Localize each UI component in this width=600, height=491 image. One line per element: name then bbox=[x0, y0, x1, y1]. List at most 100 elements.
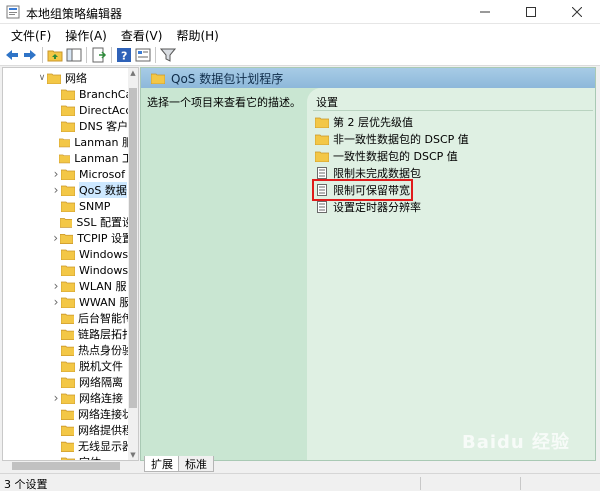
tree-item-label: 字体 bbox=[79, 454, 101, 460]
minimize-button[interactable] bbox=[462, 0, 508, 24]
tree-item[interactable]: 网络提供程 bbox=[3, 422, 133, 438]
export-list-icon[interactable] bbox=[91, 47, 107, 63]
help-icon[interactable]: ? bbox=[116, 47, 132, 63]
tree-item[interactable]: 后台智能传 bbox=[3, 310, 133, 326]
tree-item-label: 网络提供程 bbox=[78, 424, 133, 437]
folder-icon bbox=[61, 169, 75, 180]
maximize-button[interactable] bbox=[508, 0, 554, 24]
tree-item[interactable]: › QoS 数据 bbox=[3, 182, 133, 198]
tree-item[interactable]: BranchCa bbox=[3, 86, 133, 102]
tree-item[interactable]: 链路层拓扑 bbox=[3, 326, 133, 342]
back-arrow-icon[interactable] bbox=[4, 47, 20, 63]
window-title: 本地组策略编辑器 bbox=[26, 7, 123, 21]
tree-item[interactable]: 热点身份验 bbox=[3, 342, 133, 358]
list-item[interactable]: 限制可保留带宽 bbox=[312, 179, 413, 201]
menu-view[interactable]: 查看(V) bbox=[114, 24, 170, 44]
folder-icon bbox=[315, 117, 329, 128]
tree-item[interactable]: 无线显示器 bbox=[3, 438, 133, 454]
chevron-right-icon[interactable]: › bbox=[51, 183, 61, 197]
folder-icon bbox=[151, 73, 165, 84]
folder-icon bbox=[60, 313, 74, 324]
list-item[interactable]: 设置定时器分辨率 bbox=[315, 199, 421, 215]
folder-icon bbox=[315, 134, 329, 145]
tree-item[interactable]: DNS 客户 bbox=[3, 118, 133, 134]
chevron-right-icon[interactable]: › bbox=[51, 167, 61, 181]
status-bar: 3 个设置 bbox=[0, 473, 600, 491]
tree-horizontal-scrollbar[interactable] bbox=[2, 461, 139, 471]
tree-item[interactable]: › Microsof bbox=[3, 166, 133, 182]
policy-setting-icon bbox=[317, 184, 327, 196]
tree-item[interactable]: Lanman 服 bbox=[3, 134, 133, 150]
chevron-right-icon[interactable]: › bbox=[51, 231, 60, 245]
scrollbar-thumb[interactable] bbox=[12, 462, 120, 470]
properties-icon[interactable] bbox=[135, 47, 151, 63]
tree-item[interactable]: › TCPIP 设置 bbox=[3, 230, 133, 246]
tree-item-label: 后台智能传 bbox=[78, 312, 133, 325]
toolbar-separator bbox=[111, 47, 112, 63]
tree-item-label: QoS 数据 bbox=[79, 182, 127, 198]
close-button[interactable] bbox=[554, 0, 600, 24]
tree-item[interactable]: SSL 配置设 bbox=[3, 214, 133, 230]
forward-arrow-icon[interactable] bbox=[22, 47, 38, 63]
tree-item-label: Lanman 服 bbox=[74, 136, 133, 149]
tab-extended[interactable]: 扩展 bbox=[144, 456, 180, 472]
folder-icon bbox=[61, 281, 75, 292]
list-item[interactable]: 一致性数据包的 DSCP 值 bbox=[315, 148, 458, 164]
list-item-label: 限制未完成数据包 bbox=[333, 167, 421, 180]
tree-vertical-scrollbar[interactable]: ▲ ▼ bbox=[128, 68, 138, 460]
scroll-up-icon[interactable]: ▲ bbox=[128, 68, 138, 78]
up-folder-icon[interactable] bbox=[47, 47, 63, 63]
tree-item-label: Windows bbox=[79, 263, 129, 277]
menu-action[interactable]: 操作(A) bbox=[58, 24, 114, 44]
tree-item[interactable]: DirectAcc bbox=[3, 102, 133, 118]
scrollbar-thumb[interactable] bbox=[129, 88, 137, 408]
menu-help[interactable]: 帮助(H) bbox=[169, 24, 225, 44]
menu-file[interactable]: 文件(F) bbox=[4, 24, 58, 44]
view-tabs: 扩展 标准 bbox=[140, 456, 600, 472]
status-divider bbox=[420, 477, 421, 490]
svg-text:?: ? bbox=[121, 50, 127, 63]
tree-item[interactable]: 网络隔离 bbox=[3, 374, 133, 390]
tree-item[interactable]: ∨ 网络 bbox=[3, 70, 133, 86]
chevron-right-icon[interactable]: › bbox=[51, 279, 61, 293]
tree-item[interactable]: Lanman 工 bbox=[3, 150, 133, 166]
tree-item-label: DNS 客户 bbox=[79, 120, 129, 133]
chevron-right-icon[interactable]: › bbox=[51, 295, 61, 309]
folder-icon bbox=[59, 217, 73, 228]
toolbar-separator bbox=[42, 47, 43, 63]
tab-standard[interactable]: 标准 bbox=[178, 456, 214, 472]
show-hide-tree-icon[interactable] bbox=[66, 47, 82, 63]
tree-item[interactable]: 脱机文件 bbox=[3, 358, 133, 374]
tree-item[interactable]: 字体 bbox=[3, 454, 133, 460]
tree-item-label: WWAN 服 bbox=[79, 296, 131, 309]
tree-item-label: SSL 配置设 bbox=[76, 216, 133, 229]
folder-icon bbox=[47, 73, 61, 84]
tree-item-label: 网络隔离 bbox=[79, 376, 123, 389]
tree-item[interactable]: SNMP bbox=[3, 198, 133, 214]
list-item[interactable]: 非一致性数据包的 DSCP 值 bbox=[315, 131, 469, 147]
chevron-down-icon[interactable]: ∨ bbox=[37, 73, 47, 83]
folder-icon bbox=[61, 393, 75, 404]
column-header-setting[interactable]: 设置 bbox=[316, 94, 338, 110]
chevron-right-icon[interactable]: › bbox=[51, 391, 61, 405]
filter-icon[interactable] bbox=[160, 47, 176, 63]
tree-item[interactable]: › WLAN 服 bbox=[3, 278, 133, 294]
tree-item[interactable]: › WWAN 服 bbox=[3, 294, 133, 310]
toolbar-separator bbox=[86, 47, 87, 63]
tree-item[interactable]: Windows bbox=[3, 246, 133, 262]
tree-item[interactable]: › 网络连接 bbox=[3, 390, 133, 406]
scroll-down-icon[interactable]: ▼ bbox=[128, 450, 138, 460]
tree-item[interactable]: 网络连接状 bbox=[3, 406, 133, 422]
list-item[interactable]: 第 2 层优先级值 bbox=[315, 114, 413, 130]
folder-icon bbox=[61, 185, 75, 196]
list-item-label: 非一致性数据包的 DSCP 值 bbox=[333, 133, 469, 146]
folder-icon bbox=[60, 329, 74, 340]
list-item[interactable]: 限制未完成数据包 bbox=[315, 165, 421, 181]
maximize-icon bbox=[526, 7, 536, 17]
policy-editor-icon bbox=[6, 5, 20, 19]
list-item-label: 一致性数据包的 DSCP 值 bbox=[333, 150, 458, 163]
tree-item[interactable]: Windows bbox=[3, 262, 133, 278]
tree-item-label: Lanman 工 bbox=[74, 152, 133, 165]
tree-item-label: 网络 bbox=[65, 72, 87, 85]
tree-item-label: BranchCa bbox=[79, 87, 133, 101]
